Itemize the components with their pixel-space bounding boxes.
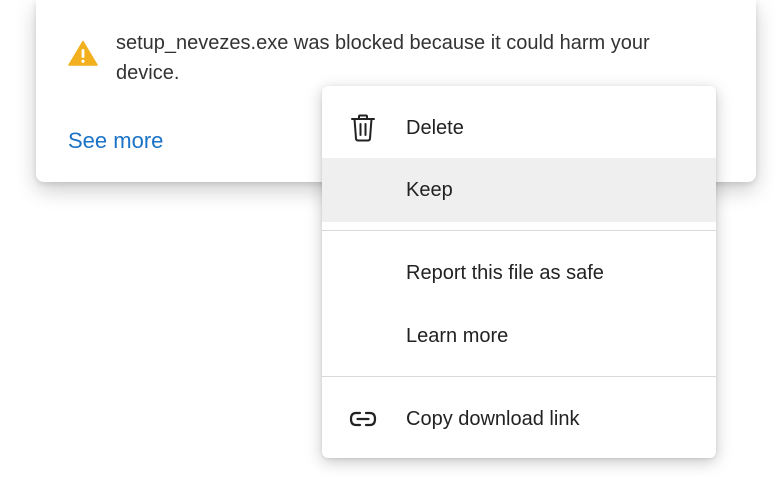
menu-item-label: Copy download link [406,407,580,430]
see-more-link[interactable]: See more [68,128,163,154]
menu-item-label: Keep [406,178,453,201]
menu-item-copy-link[interactable]: Copy download link [322,387,716,451]
menu-item-label: Delete [406,116,464,139]
menu-item-learn-more[interactable]: Learn more [322,304,716,368]
trash-icon [348,113,378,143]
download-context-menu: Delete Keep Report this file as safe Lea… [322,86,716,458]
blocked-message: setup_nevezes.exe was blocked because it… [116,32,650,84]
menu-item-delete[interactable]: Delete [322,96,716,160]
menu-item-label: Report this file as safe [406,261,604,284]
menu-separator [322,230,716,231]
stage: setup_nevezes.exe was blocked because it… [0,0,784,477]
warning-icon [68,40,98,66]
menu-item-keep[interactable]: Keep [322,158,716,222]
menu-item-report-safe[interactable]: Report this file as safe [322,241,716,305]
menu-item-label: Learn more [406,324,509,347]
menu-separator [322,376,716,377]
link-icon [348,404,378,434]
